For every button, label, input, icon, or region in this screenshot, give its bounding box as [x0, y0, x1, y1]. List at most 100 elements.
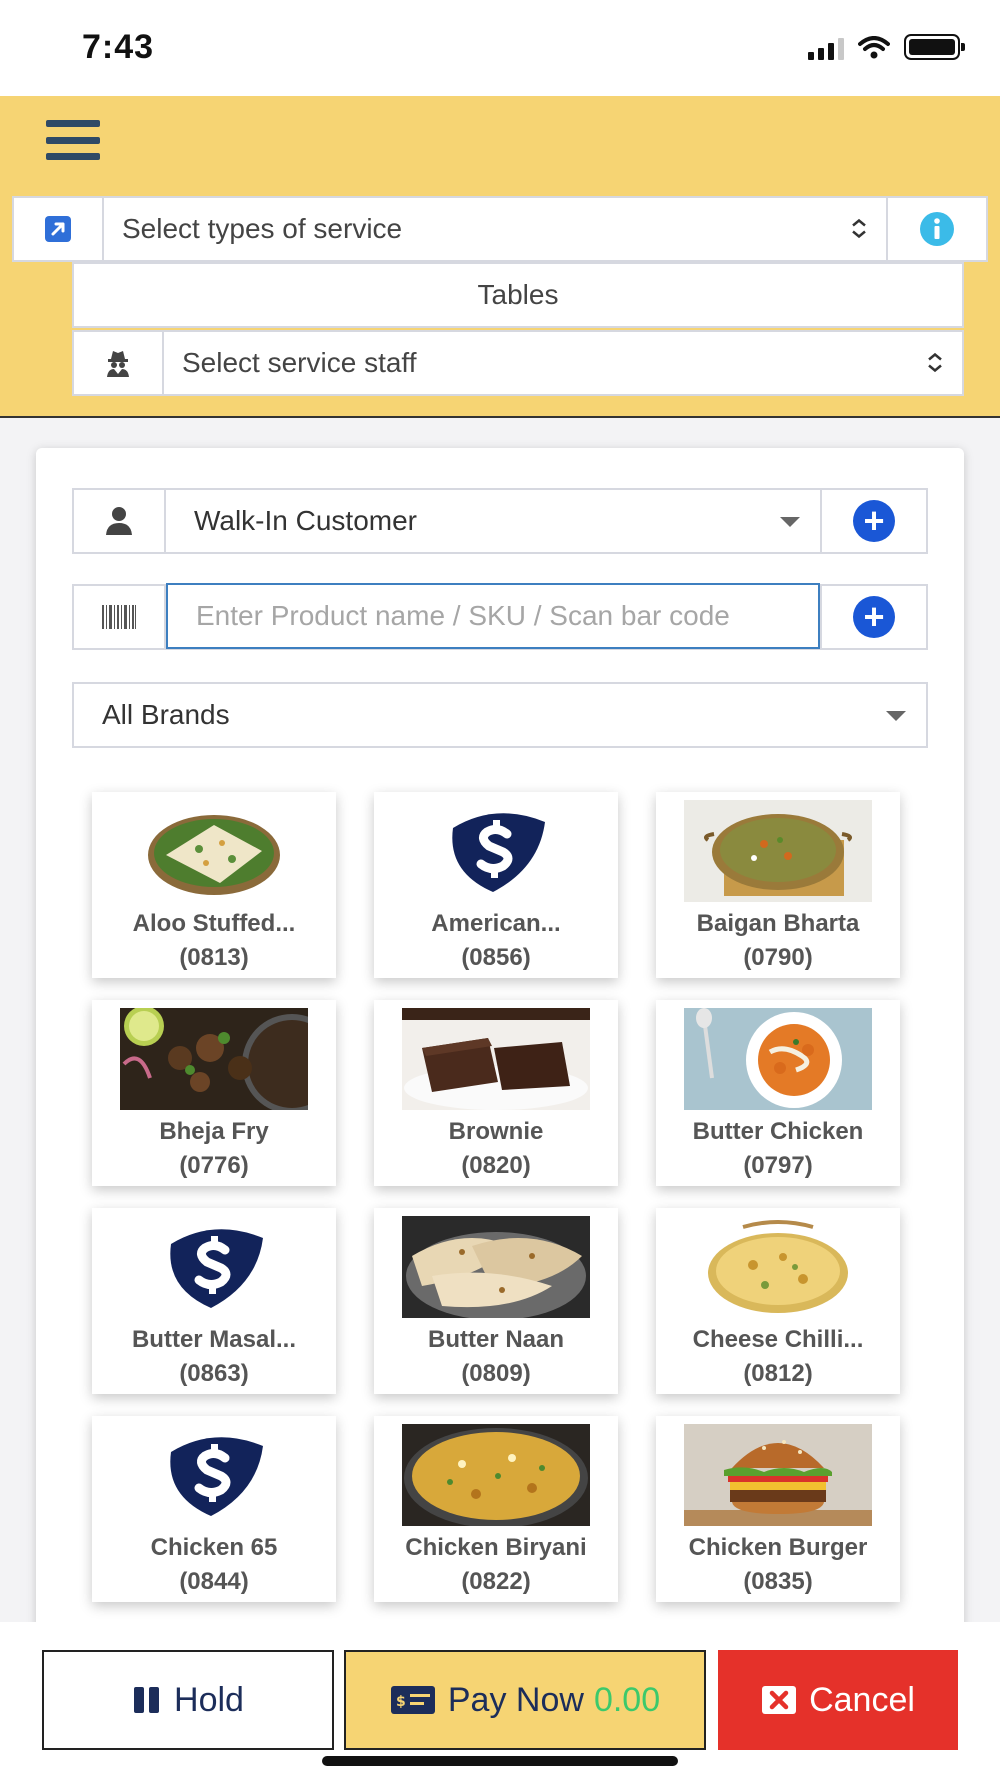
money-check-icon: $ [390, 1686, 435, 1714]
product-search-input[interactable] [166, 583, 820, 649]
pay-amount: 0.00 [593, 1680, 661, 1719]
product-image [402, 1008, 590, 1110]
product-image [684, 1008, 872, 1110]
battery-icon [904, 34, 965, 60]
product-name: Butter Chicken [692, 1118, 864, 1145]
product-name: Brownie [448, 1118, 544, 1145]
product-tile[interactable]: Bheja Fry (0776) [92, 1000, 336, 1186]
product-tile[interactable]: American... (0856) [374, 792, 618, 978]
product-name: American... [431, 910, 561, 937]
product-image [684, 800, 872, 902]
customer-select[interactable]: Walk-In Customer [166, 490, 820, 552]
cancel-label: Cancel [809, 1680, 915, 1719]
hold-button[interactable]: Hold [42, 1650, 334, 1750]
dropdown-caret-icon [780, 517, 800, 527]
pause-icon [134, 1687, 160, 1713]
product-sku: (0813) [179, 944, 249, 971]
product-tile[interactable]: Butter Chicken (0797) [656, 1000, 900, 1186]
updown-chevron-icon [926, 352, 944, 375]
product-image [120, 1216, 308, 1318]
product-sku: (0835) [743, 1568, 813, 1595]
product-tile[interactable]: Butter Masal... (0863) [92, 1208, 336, 1394]
dropdown-caret-icon [886, 711, 906, 721]
product-sku: (0776) [179, 1152, 249, 1179]
product-tile[interactable]: Baigan Bharta (0790) [656, 792, 900, 978]
product-tile[interactable]: Butter Naan (0809) [374, 1208, 618, 1394]
service-type-placeholder: Select types of service [122, 213, 403, 244]
product-image [402, 800, 590, 902]
product-image [120, 800, 308, 902]
brand-filter-value: All Brands [102, 699, 230, 730]
service-type-expand-button[interactable] [14, 198, 104, 260]
customer-value: Walk-In Customer [194, 505, 418, 536]
info-icon [920, 212, 954, 246]
status-bar: 7:43 [0, 0, 1000, 96]
product-sku: (0844) [179, 1568, 249, 1595]
product-image [120, 1008, 308, 1110]
product-tile[interactable]: Chicken Burger (0835) [656, 1416, 900, 1602]
product-name: Bheja Fry [159, 1118, 269, 1145]
product-tile[interactable]: Brownie (0820) [374, 1000, 618, 1186]
product-tile[interactable]: Chicken Biryani (0822) [374, 1416, 618, 1602]
product-name: Baigan Bharta [696, 910, 860, 937]
pos-main-card: Walk-In Customer + + All Brands [36, 448, 964, 1648]
plus-circle-icon: + [853, 596, 895, 638]
close-square-icon [762, 1686, 797, 1714]
svg-text:$: $ [396, 1694, 406, 1710]
product-name: Aloo Stuffed... [132, 910, 296, 937]
product-tile[interactable]: Aloo Stuffed... (0813) [92, 792, 336, 978]
product-image [402, 1216, 590, 1318]
product-name: Chicken Biryani [405, 1534, 587, 1561]
external-link-icon [45, 216, 71, 242]
add-customer-button[interactable]: + [820, 490, 926, 552]
customer-select-row: Walk-In Customer + [72, 488, 928, 554]
cancel-button[interactable]: Cancel [718, 1650, 958, 1750]
status-time: 7:43 [82, 28, 155, 66]
product-tile[interactable]: Cheese Chilli... (0812) [656, 1208, 900, 1394]
product-image [120, 1424, 308, 1526]
product-sku: (0812) [743, 1360, 813, 1387]
home-indicator[interactable] [322, 1756, 678, 1766]
placeholder-logo-icon [170, 1437, 263, 1516]
updown-chevron-icon [850, 218, 868, 241]
service-staff-value[interactable]: Select service staff [164, 332, 962, 394]
customer-icon-cell [74, 490, 166, 552]
barcode-icon [102, 605, 136, 629]
product-sku: (0797) [743, 1152, 813, 1179]
service-type-select[interactable]: Select types of service [12, 196, 988, 262]
product-sku: (0809) [461, 1360, 531, 1387]
service-staff-select[interactable]: Select service staff [72, 330, 964, 396]
tables-label: Tables [477, 279, 559, 310]
barcode-icon-cell [74, 586, 166, 648]
product-name: Cheese Chilli... [692, 1326, 864, 1353]
product-grid: Aloo Stuffed... (0813) American... (0856… [92, 792, 912, 1602]
product-name: Butter Naan [427, 1326, 565, 1353]
add-product-button[interactable]: + [820, 586, 926, 648]
status-icons [808, 34, 965, 60]
pay-now-label: Pay Now [447, 1680, 584, 1719]
product-name: Chicken 65 [150, 1534, 278, 1561]
wifi-icon [858, 36, 890, 59]
product-tile[interactable]: Chicken 65 (0844) [92, 1416, 336, 1602]
plus-circle-icon: + [853, 500, 895, 542]
product-image [402, 1424, 590, 1526]
staff-icon-cell [74, 332, 164, 394]
hold-label: Hold [174, 1680, 244, 1719]
hamburger-menu-icon[interactable] [46, 120, 100, 160]
brand-filter-select[interactable]: All Brands [72, 682, 928, 748]
pos-footer: Hold $ Pay Now 0.00 Cancel [0, 1622, 1000, 1778]
user-icon [106, 507, 132, 535]
service-info-button[interactable] [886, 198, 986, 260]
placeholder-logo-icon [452, 813, 545, 892]
product-sku: (0863) [179, 1360, 249, 1387]
pos-header: Select types of service Tables Select se… [0, 96, 1000, 418]
product-name: Chicken Burger [688, 1534, 868, 1561]
product-sku: (0790) [743, 944, 813, 971]
placeholder-logo-icon [170, 1229, 263, 1308]
tables-select[interactable]: Tables [72, 262, 964, 328]
cellular-signal-icon [808, 38, 844, 60]
user-secret-icon [107, 351, 129, 377]
service-type-value[interactable]: Select types of service [104, 198, 886, 260]
pay-now-button[interactable]: $ Pay Now 0.00 [344, 1650, 706, 1750]
product-name: Butter Masal... [131, 1326, 297, 1353]
